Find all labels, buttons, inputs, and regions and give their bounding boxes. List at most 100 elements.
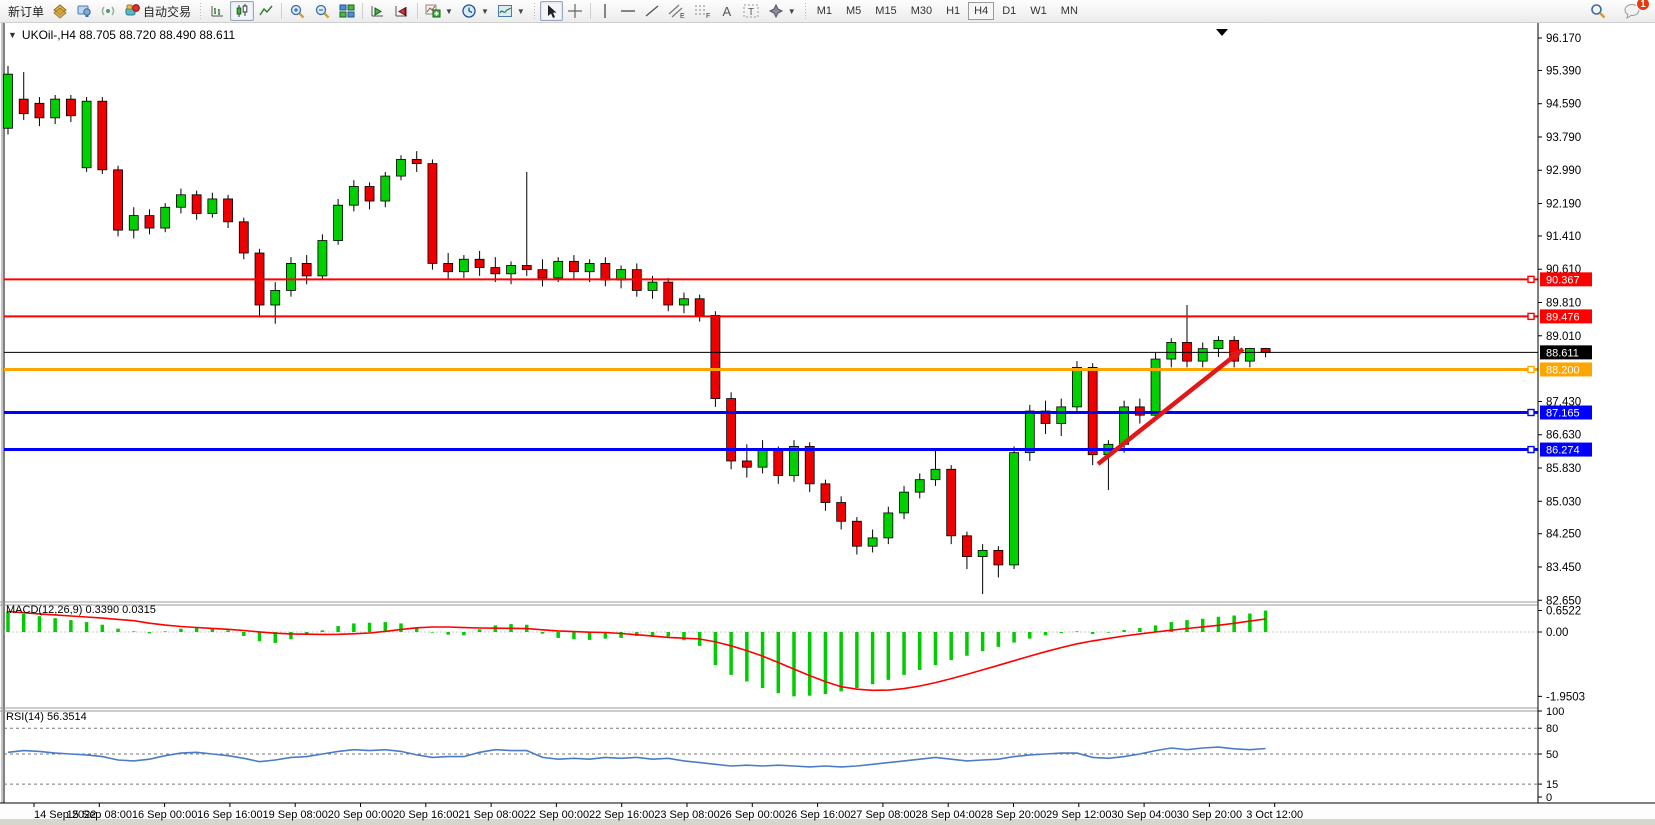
new-order-label: 新订单 [8, 3, 44, 20]
candle-bearish [711, 315, 720, 398]
line-chart-type-icon[interactable] [254, 1, 278, 21]
notification-badge: 1 [1636, 0, 1650, 11]
price-tick-label: 84.250 [1546, 529, 1581, 541]
text-tool-icon[interactable]: A [716, 1, 738, 21]
price-tick-label: 92.190 [1546, 199, 1581, 211]
rsi-axis-label: 0 [1546, 792, 1552, 804]
zoom-out-icon[interactable] [310, 1, 335, 21]
candle-bullish [884, 513, 893, 538]
signal-icon[interactable] [96, 1, 120, 21]
timeframe-button-m5[interactable]: M5 [840, 2, 867, 20]
chevron-down-icon: ▼ [517, 7, 525, 16]
horizontal-line-tool-icon[interactable] [616, 1, 640, 21]
line-anchor-marker[interactable] [1528, 313, 1534, 319]
cursor-tool-icon[interactable] [540, 1, 563, 21]
line-anchor-marker[interactable] [1528, 276, 1534, 282]
timeframe-button-m30[interactable]: M30 [905, 2, 938, 20]
candle-bullish [1214, 340, 1223, 348]
candle-bullish [758, 451, 767, 468]
candle-bullish [1198, 349, 1207, 361]
collapse-chart-icon[interactable]: ▼ [8, 30, 17, 40]
zoom-in-icon[interactable] [285, 1, 310, 21]
templates-button[interactable]: ▼ [493, 1, 529, 21]
candle-bearish [695, 299, 704, 316]
timeframe-button-m15[interactable]: M15 [869, 2, 902, 20]
chevron-down-icon: ▼ [788, 7, 796, 16]
line-anchor-marker[interactable] [1528, 366, 1534, 372]
time-tick-label: 21 Sep 08:00 [458, 809, 523, 821]
indicators-button[interactable]: ▼ [421, 1, 457, 21]
candle-bullish [1010, 453, 1019, 565]
candle-bullish [585, 263, 594, 271]
candle-bearish [805, 446, 814, 483]
price-tick-label: 85.030 [1546, 496, 1581, 508]
timeframe-button-h1[interactable]: H1 [940, 2, 966, 20]
timeframe-button-mn[interactable]: MN [1055, 2, 1084, 20]
text-label-tool-icon[interactable]: T [738, 1, 764, 21]
candle-bearish [994, 550, 1003, 565]
line-anchor-marker[interactable] [1528, 447, 1534, 453]
notifications-button[interactable]: 1 [1619, 1, 1645, 21]
candle-bearish [538, 270, 547, 278]
navigator-icon[interactable] [72, 1, 96, 21]
equidistant-channel-tool-icon[interactable]: E [664, 1, 690, 21]
candlestick-chart-type-icon[interactable] [230, 1, 254, 21]
candle-bearish [19, 99, 28, 114]
bar-chart-type-icon[interactable] [206, 1, 230, 21]
tile-windows-icon[interactable] [335, 1, 359, 21]
price-tick-label: 95.390 [1546, 65, 1581, 77]
chart-shift-icon[interactable] [390, 1, 414, 21]
svg-text:F: F [706, 13, 710, 19]
candle-bullish [271, 290, 280, 305]
candle-bullish [176, 195, 185, 207]
macd-axis-label: 0.00 [1546, 627, 1568, 639]
toolbar-separator [590, 3, 591, 19]
auto-trading-label: 自动交易 [143, 3, 191, 20]
time-tick-label: 30 Sep 20:00 [1177, 809, 1242, 821]
time-tick-label: 28 Sep 20:00 [981, 809, 1046, 821]
timeframe-button-d1[interactable]: D1 [996, 2, 1022, 20]
arrows-tool-icon[interactable]: ▼ [764, 1, 800, 21]
candle-bearish [522, 265, 531, 269]
periods-button[interactable]: ▼ [457, 1, 493, 21]
time-tick-label: 22 Sep 00:00 [524, 809, 589, 821]
time-tick-label: 19 Sep 08:00 [262, 809, 327, 821]
candle-bullish [318, 241, 327, 276]
candle-bullish [334, 205, 343, 240]
candle-bearish [1183, 342, 1192, 361]
market-watch-icon[interactable] [48, 1, 72, 21]
toolbar-separator [417, 3, 418, 19]
timeframe-button-w1[interactable]: W1 [1024, 2, 1053, 20]
candle-bullish [868, 538, 877, 546]
crosshair-tool-icon[interactable] [563, 1, 587, 21]
chart-background [0, 23, 1655, 825]
price-chart[interactable]: 96.17095.39094.59093.79092.99092.19091.4… [0, 23, 1655, 825]
timeframe-button-h4[interactable]: H4 [968, 2, 994, 20]
price-line-label: 89.476 [1546, 311, 1580, 323]
toolbar: 新订单 自动交易 ▼ ▼ [0, 0, 1655, 23]
price-tick-label: 92.990 [1546, 165, 1581, 177]
chart-header: ▼ UKOil-,H4 88.705 88.720 88.490 88.611 [8, 28, 235, 42]
chart-window[interactable]: 96.17095.39094.59093.79092.99092.19091.4… [0, 23, 1655, 825]
timeframe-button-m1[interactable]: M1 [811, 2, 838, 20]
macd-axis-label: -1.9503 [1546, 691, 1585, 703]
auto-trading-button[interactable]: 自动交易 [120, 1, 195, 21]
rsi-axis-label: 80 [1546, 723, 1558, 735]
candle-bullish [915, 480, 924, 492]
chevron-down-icon: ▼ [481, 7, 489, 16]
toolbar-gripper [198, 3, 203, 19]
vertical-line-tool-icon[interactable] [594, 1, 616, 21]
trendline-tool-icon[interactable] [640, 1, 664, 21]
auto-scroll-icon[interactable] [366, 1, 390, 21]
new-order-button[interactable]: 新订单 [4, 1, 48, 21]
time-tick-label: 20 Sep 00:00 [328, 809, 393, 821]
chevron-down-icon: ▼ [445, 7, 453, 16]
search-icon[interactable] [1585, 1, 1611, 21]
toolbar-gripper [803, 3, 808, 19]
candle-bullish [931, 469, 940, 479]
fibonacci-tool-icon[interactable]: F [690, 1, 716, 21]
line-anchor-marker[interactable] [1528, 409, 1534, 415]
candle-bearish [947, 469, 956, 536]
time-tick-label: 16 Sep 16:00 [197, 809, 262, 821]
candle-bearish [145, 216, 154, 228]
